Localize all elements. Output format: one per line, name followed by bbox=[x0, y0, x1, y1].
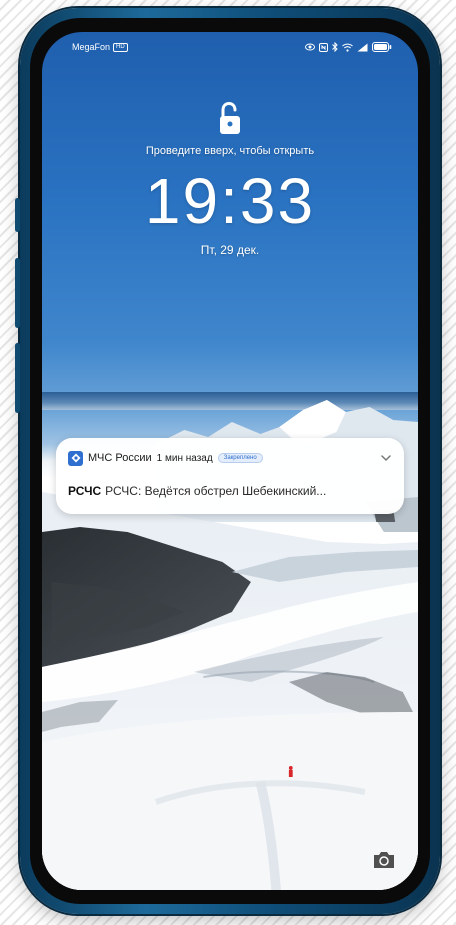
notification-message: РСЧС: Ведётся обстрел Шебекинский... bbox=[105, 484, 327, 498]
volume-down-button bbox=[15, 343, 20, 413]
notification-sender: РСЧС bbox=[68, 484, 102, 498]
notification-card[interactable]: МЧС России 1 мин назад Закреплено РСЧС РС… bbox=[56, 438, 404, 514]
signal-icon bbox=[357, 43, 368, 51]
notification-time: 1 мин назад bbox=[156, 452, 213, 464]
clock: 19:33 bbox=[144, 165, 316, 237]
lock-screen[interactable]: MegaFon HD Проведите вверх, чтобы открыт… bbox=[42, 32, 418, 890]
phone-bezel: MegaFon HD Проведите вверх, чтобы открыт… bbox=[30, 18, 430, 904]
notification-body: РСЧС РСЧС: Ведётся обстрел Шебекинский... bbox=[68, 484, 392, 498]
carrier-name: MegaFon bbox=[72, 42, 111, 52]
chevron-down-icon[interactable] bbox=[380, 452, 392, 464]
battery-icon bbox=[372, 42, 392, 52]
date: Пт, 29 дек. bbox=[200, 243, 260, 257]
bluetooth-icon bbox=[332, 42, 338, 52]
pinned-badge: Закреплено bbox=[217, 453, 263, 463]
eye-icon bbox=[305, 43, 315, 51]
volume-up-button bbox=[15, 258, 20, 328]
unlock-icon bbox=[220, 102, 240, 134]
hd-badge: HD bbox=[113, 42, 128, 52]
phone-frame: MegaFon HD Проведите вверх, чтобы открыт… bbox=[15, 8, 440, 914]
swipe-hint: Проведите вверх, чтобы открыть bbox=[145, 145, 315, 157]
mchs-app-icon bbox=[68, 450, 83, 466]
status-bar: MegaFon HD bbox=[72, 38, 392, 56]
lock-screen-header: Проведите вверх, чтобы открыть 19:33 Пт,… bbox=[42, 102, 418, 257]
notification-app-name: МЧС России bbox=[88, 452, 152, 464]
wifi-icon bbox=[342, 43, 353, 52]
notification-header: МЧС России 1 мин назад Закреплено bbox=[68, 450, 392, 466]
camera-icon[interactable] bbox=[372, 850, 396, 870]
nfc-icon bbox=[319, 42, 328, 52]
action-button bbox=[15, 198, 20, 232]
